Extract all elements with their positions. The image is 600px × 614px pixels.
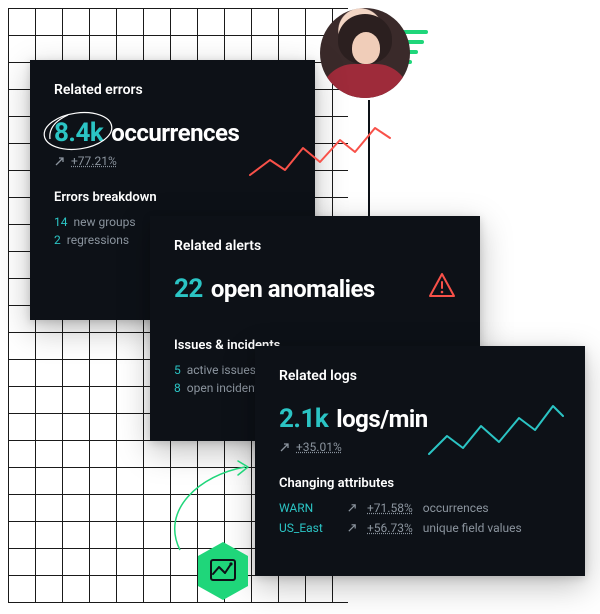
attr-grid: WARN +71.58% occurrences US_East +56.73%… — [279, 501, 561, 535]
metric-unit: open anomalies — [211, 275, 375, 303]
trend-up-icon — [54, 156, 65, 167]
metric-unit: logs/min — [336, 405, 427, 433]
avatar-connector-line — [368, 100, 370, 220]
attr-row: WARN +71.58% occurrences — [279, 501, 561, 515]
card-title: Related alerts — [174, 238, 456, 254]
subhead: Errors breakdown — [54, 190, 291, 205]
delta-row: +77.21% — [54, 154, 291, 168]
avatar — [320, 8, 410, 98]
trend-up-icon — [347, 503, 357, 513]
metric-unit: occurrences — [111, 119, 239, 147]
delta-percent: +77.21% — [71, 154, 117, 168]
related-logs-card: Related logs 2.1k logs/min +35.01% Chang… — [255, 346, 585, 576]
avatar-wrap — [320, 8, 420, 108]
hex-badge-icon — [195, 540, 251, 602]
subhead: Changing attributes — [279, 476, 561, 491]
metric-value: 22 — [174, 274, 203, 304]
logs-sparkline — [425, 396, 565, 466]
metric-row: 8.4k occurrences — [54, 118, 291, 148]
card-title: Related errors — [54, 82, 291, 98]
metric-value: 2.1k — [279, 404, 328, 434]
metric-value: 8.4k — [54, 118, 103, 148]
alert-triangle-icon — [428, 272, 456, 298]
trend-up-icon — [279, 442, 290, 453]
card-title: Related logs — [279, 368, 561, 384]
attr-row: US_East +56.73% unique field values — [279, 521, 561, 535]
trend-up-icon — [347, 523, 357, 533]
metric-row: 22 open anomalies — [174, 274, 456, 304]
delta-percent: +35.01% — [296, 440, 342, 454]
